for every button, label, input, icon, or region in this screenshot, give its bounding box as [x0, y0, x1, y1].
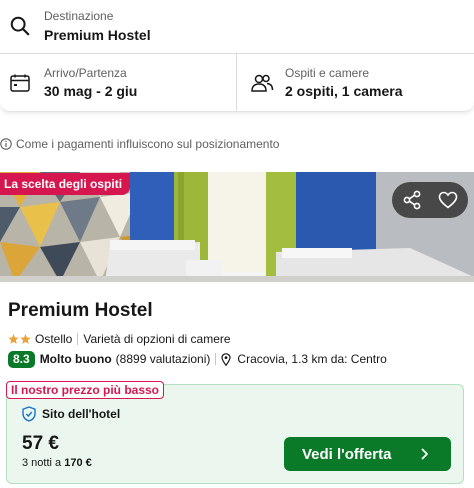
payment-ranking-info[interactable]: Come i pagamenti influiscono sul posizio… [0, 136, 279, 152]
provider: Sito dell'hotel [22, 406, 120, 422]
star-rating [8, 334, 31, 344]
info-text: Come i pagamenti influiscono sul posizio… [16, 137, 280, 151]
search-panel: Destinazione Premium Hostel Arrivo/Parte… [0, 0, 474, 112]
lowest-price-tag: Il nostro prezzo più basso [6, 381, 165, 399]
location-pin-icon [221, 352, 232, 366]
location-text[interactable]: Cracovia, 1.3 km da: Centro [237, 352, 386, 366]
rating-text: Molto buono [39, 352, 112, 366]
guests-value: 2 ospiti, 1 camera [285, 83, 403, 99]
hotel-name[interactable]: Premium Hostel [8, 300, 153, 322]
photo-actions [392, 182, 468, 218]
info-icon [0, 138, 12, 150]
provider-name: Sito dell'hotel [42, 407, 121, 421]
rating-score-badge: 8.3 [8, 350, 35, 368]
guests-choice-badge: La scelta degli ospiti [0, 173, 131, 195]
destination-field[interactable]: Destinazione Premium Hostel [0, 0, 474, 54]
separator [77, 333, 79, 345]
hotel-meta: Ostello Varietà di opzioni di camere [8, 332, 231, 346]
heart-icon [438, 191, 458, 209]
separator [215, 353, 217, 365]
dates-value: 30 mag - 2 giu [44, 83, 138, 99]
rating-count: (8899 valutazioni) [115, 352, 211, 366]
dates-label: Arrivo/Partenza [44, 66, 127, 80]
total-price: 170 € [64, 457, 92, 469]
destination-value: Premium Hostel [44, 27, 151, 43]
guests-label: Ospiti e camere [285, 66, 370, 80]
guests-field[interactable]: Ospiti e camere 2 ospiti, 1 camera [237, 54, 474, 111]
share-icon [403, 190, 421, 210]
accommodation-type: Ostello [35, 332, 73, 346]
star-icon [20, 334, 31, 344]
total-price-line: 3 notti a 170 € [22, 457, 92, 469]
share-button[interactable] [398, 186, 426, 214]
rating-row: 8.3 Molto buono (8899 valutazioni) Craco… [8, 350, 387, 368]
search-icon [10, 16, 30, 36]
view-offer-label: Vedi l'offerta [302, 445, 392, 463]
destination-label: Destinazione [44, 9, 114, 23]
star-icon [8, 334, 19, 344]
nightly-price: 57 € [22, 433, 59, 454]
people-icon [251, 74, 274, 92]
dates-field[interactable]: Arrivo/Partenza 30 mag - 2 giu [0, 54, 237, 111]
shield-check-icon [22, 406, 36, 422]
amenity-text: Varietà di opzioni di camere [83, 332, 231, 346]
view-offer-button[interactable]: Vedi l'offerta [284, 437, 451, 471]
nights-prefix: 3 notti a [22, 457, 62, 469]
chevron-right-icon [421, 448, 428, 460]
calendar-icon [10, 74, 30, 92]
favorite-button[interactable] [434, 186, 462, 214]
